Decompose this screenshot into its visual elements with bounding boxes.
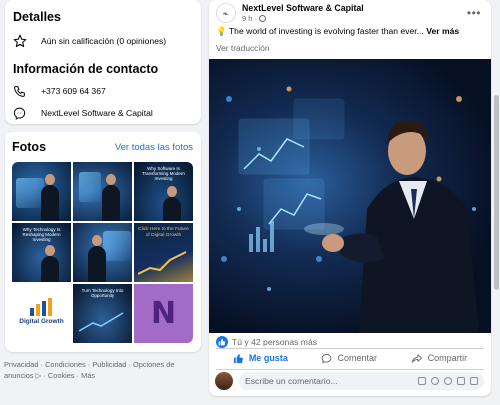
comment-button[interactable]: Comentar [321, 353, 377, 364]
phone-text: +373 609 64 367 [41, 86, 106, 96]
post-time: 9 h · [242, 14, 364, 23]
reactions-summary[interactable]: Tú y 42 personas más [216, 336, 317, 348]
divider [216, 369, 484, 370]
phone-row[interactable]: +373 609 64 367 [13, 84, 191, 98]
reactions-text: Tú y 42 personas más [232, 337, 318, 347]
messenger-row[interactable]: NextLevel Software & Capital [13, 106, 191, 120]
photo-person-head [106, 174, 116, 185]
post-actions: Me gusta Comentar Compartir [216, 348, 484, 368]
photos-title: Fotos [12, 140, 47, 154]
contact-title: Información de contacto [13, 62, 159, 76]
growth-chart-icon [138, 251, 187, 275]
star-icon [13, 34, 31, 48]
share-label: Compartir [427, 353, 468, 363]
comment-placeholder: Escribe un comentario... [245, 376, 338, 386]
photos-card: Fotos Ver todas las fotos Why Software I… [5, 132, 201, 352]
like-reaction-icon [216, 336, 228, 348]
footer-links[interactable]: Privacidad · Condiciones · Publicidad · … [4, 359, 202, 381]
bar-chart-icon [30, 298, 52, 316]
arrow-chart-icon [79, 312, 124, 332]
emoji-icon[interactable] [431, 377, 439, 385]
photo-tile[interactable]: Digital Growth [12, 284, 71, 343]
comment-input[interactable]: Escribe un comentario... [239, 372, 484, 390]
photo-person [163, 197, 181, 221]
see-translation-link[interactable]: Ver traducción [216, 43, 270, 53]
scrollbar[interactable] [493, 0, 500, 405]
photo-glow [103, 231, 131, 261]
photo-tile[interactable] [73, 162, 132, 221]
more-options-icon[interactable]: ••• [467, 6, 481, 20]
photo-caption: Digital Growth [19, 318, 64, 325]
see-all-photos-link[interactable]: Ver todas las fotos [115, 142, 193, 153]
photo-caption: Why Technology Is Reshaping Modern Inves… [22, 227, 61, 243]
photo-tile[interactable] [73, 223, 132, 282]
details-card: Detalles Aún sin calificación (0 opinion… [5, 0, 201, 124]
thumbs-up-icon [233, 353, 243, 363]
photo-tile[interactable] [12, 162, 71, 221]
camera-icon[interactable] [444, 377, 452, 385]
photo-tile[interactable]: Click Here to the Future of Digital Grow… [134, 223, 193, 282]
see-more-link[interactable]: Ver más [426, 26, 459, 36]
share-icon [411, 353, 422, 363]
photo-glow [79, 172, 101, 202]
page-avatar[interactable]: NL [216, 3, 236, 23]
share-button[interactable]: Compartir [411, 353, 468, 364]
photo-glow [16, 178, 44, 208]
globe-icon [259, 15, 267, 22]
post-text-body: 💡 The world of investing is evolving fas… [216, 26, 424, 36]
messenger-text: NextLevel Software & Capital [41, 108, 153, 118]
post-text: 💡 The world of investing is evolving fas… [216, 26, 459, 37]
rating-text: Aún sin calificación (0 opiniones) [41, 36, 167, 46]
comment-label: Comentar [337, 353, 377, 363]
photo-person [41, 256, 59, 282]
photo-person-head [45, 174, 55, 185]
photo-caption: Turn Technology Into Opportunity [81, 288, 124, 299]
post-time-text: 9 h · [242, 14, 258, 23]
photo-tile[interactable]: Turn Technology Into Opportunity [73, 284, 132, 343]
rating-row: Aún sin calificación (0 opiniones) [13, 34, 191, 48]
post-card: NL NextLevel Software & Capital 9 h · ••… [209, 0, 491, 396]
photo-person [41, 185, 59, 221]
post-image[interactable] [209, 59, 491, 333]
gif-icon[interactable] [457, 377, 465, 385]
avatar-sticker-icon[interactable] [470, 377, 478, 385]
photo-caption: Why Software Is Transforming Modern Inve… [142, 166, 185, 182]
post-image-art [221, 86, 479, 333]
messenger-icon [13, 106, 31, 120]
photo-person [102, 185, 120, 221]
photo-caption: Click Here to the Future of Digital Grow… [138, 227, 189, 238]
post-author[interactable]: NextLevel Software & Capital [242, 3, 364, 13]
like-button[interactable]: Me gusta [233, 353, 288, 364]
comment-composer: Escribe un comentario... [215, 372, 484, 390]
photo-tile[interactable]: N [134, 284, 193, 343]
comment-icon [322, 353, 332, 363]
photos-header: Fotos Ver todas las fotos [12, 140, 193, 154]
phone-icon [13, 84, 31, 98]
scrollbar-thumb[interactable] [494, 95, 499, 290]
user-avatar [215, 372, 233, 390]
details-title: Detalles [13, 10, 61, 24]
photo-tile[interactable]: Why Software Is Transforming Modern Inve… [134, 162, 193, 221]
photo-grid: Why Software Is Transforming Modern Inve… [12, 162, 193, 343]
photo-person-head [92, 235, 102, 246]
comment-tools [418, 377, 478, 385]
photo-tile[interactable]: Why Technology Is Reshaping Modern Inves… [12, 223, 71, 282]
like-label: Me gusta [248, 353, 288, 363]
post-header: NL NextLevel Software & Capital 9 h · [216, 3, 364, 23]
photo-caption: N [150, 296, 177, 331]
photo-person [88, 246, 106, 282]
photo-person-head [167, 186, 177, 197]
sticker-icon[interactable] [418, 377, 426, 385]
photo-person-head [45, 245, 55, 256]
